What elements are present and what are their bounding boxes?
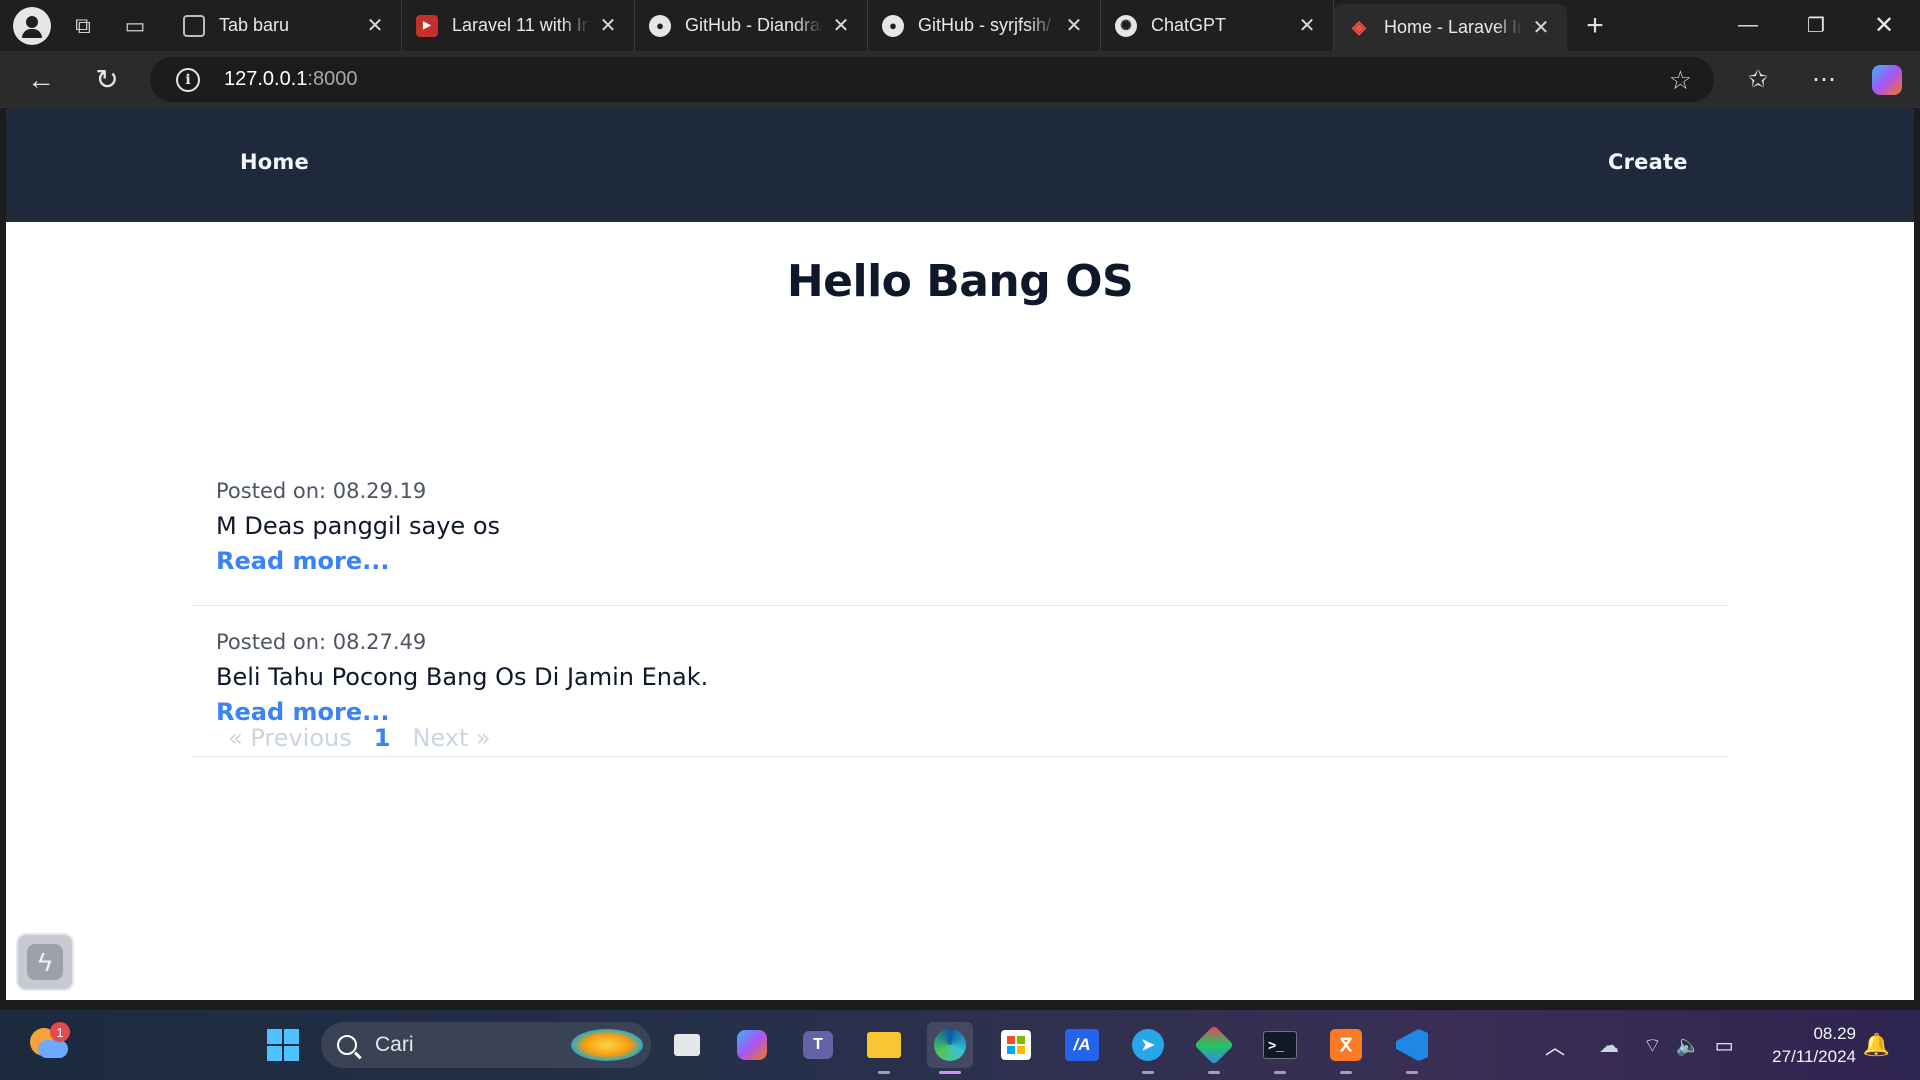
close-tab-icon[interactable]: ✕ (596, 13, 620, 38)
profile-avatar-icon[interactable] (13, 6, 51, 45)
telegram-icon[interactable]: ➤ (1125, 1022, 1171, 1074)
refresh-button[interactable]: ↻ (82, 51, 132, 108)
close-tab-icon[interactable]: ✕ (829, 13, 853, 38)
address-bar[interactable]: i 127.0.0.1:8000 ☆ (150, 57, 1714, 102)
vscode-icon[interactable] (1389, 1022, 1435, 1074)
taskbar-clock[interactable]: 08.29 27/11/2024 (1772, 1022, 1856, 1068)
start-button[interactable] (260, 1022, 306, 1068)
more-menu-icon[interactable]: ⋯ (1799, 51, 1849, 108)
nav-home-link[interactable]: Home (240, 150, 309, 174)
youtube-icon: ▶ (416, 14, 438, 37)
weather-widget-icon[interactable]: 1 (28, 1022, 70, 1064)
system-tray: ︿ ☁ ⌔ 🔈 ▭ (1545, 1010, 1734, 1080)
url-port: :8000 (307, 68, 358, 90)
close-window-button[interactable]: ✕ (1850, 0, 1918, 51)
pagination: « Previous 1 Next » (228, 724, 491, 752)
tab-home-laravel[interactable]: ◈ Home - Laravel Inertia ✕ (1334, 4, 1567, 51)
tab-label: Home - Laravel Inertia (1384, 17, 1523, 37)
battery-icon[interactable]: ▭ (1715, 1033, 1734, 1058)
show-hidden-icons[interactable]: ︿ (1545, 1031, 1565, 1060)
post-date: Posted on: 08.27.49 (216, 630, 427, 654)
workspaces-icon[interactable]: ⧉ (57, 0, 109, 51)
search-highlight-icon (571, 1029, 643, 1061)
pagination-previous[interactable]: « Previous (228, 724, 352, 752)
tab-label: ChatGPT (1151, 15, 1227, 35)
taskbar: 1 Cari T /A ➤ >_ ⴳ ︿ ☁ ⌔ 🔈 ▭ 08.29 27/11… (0, 1010, 1920, 1080)
microsoft-store-icon[interactable] (993, 1022, 1039, 1068)
tab-github-syrjfsih[interactable]: ● GitHub - syrjfsih/ ✕ (868, 0, 1101, 51)
post-item: Posted on: 08.29.19 M Deas panggil saye … (192, 455, 1728, 606)
tab-label: Laravel 11 with Inertia (452, 15, 590, 35)
page-title: Hello Bang OS (786, 256, 1134, 307)
close-tab-icon[interactable]: ✕ (1295, 13, 1319, 38)
wifi-icon[interactable]: ⌔ (1643, 1033, 1662, 1058)
post-body: Beli Tahu Pocong Bang Os Di Jamin Enak. (216, 663, 709, 691)
url-host: 127.0.0.1 (224, 68, 308, 90)
site-info-icon[interactable]: i (176, 67, 200, 92)
onedrive-icon[interactable]: ☁ (1599, 1033, 1619, 1058)
url-text[interactable]: 127.0.0.1:8000 (224, 68, 357, 91)
tab-chatgpt[interactable]: ✺ ChatGPT ✕ (1101, 0, 1334, 51)
github-icon: ● (882, 14, 904, 37)
new-tab-icon (183, 14, 205, 37)
edge-icon[interactable] (927, 1022, 973, 1074)
terminal-icon[interactable]: >_ (1257, 1022, 1303, 1074)
back-button[interactable]: ← (16, 51, 66, 108)
debug-toolbar-button[interactable]: ϟ (16, 933, 74, 991)
task-view-icon[interactable] (664, 1022, 710, 1068)
close-tab-icon[interactable]: ✕ (1529, 15, 1553, 40)
tab-label: GitHub - syrjfsih/ (918, 15, 1052, 35)
site-navbar: Home Create (6, 108, 1914, 222)
search-icon (337, 1035, 357, 1055)
laravel-icon: ◈ (1352, 17, 1366, 37)
xampp-icon[interactable]: ⴳ (1323, 1022, 1369, 1074)
close-tab-icon[interactable]: ✕ (363, 13, 387, 38)
notification-bell-icon[interactable]: 🔔 (1863, 1032, 1890, 1058)
bolt-icon: ϟ (27, 944, 63, 980)
tab-github-diandra[interactable]: ● GitHub - Diandra/ ✕ (635, 0, 868, 51)
chatgpt-icon: ✺ (1115, 14, 1137, 37)
vertical-tabs-icon[interactable]: ▭ (109, 0, 161, 51)
tab-new-tab[interactable]: Tab baru ✕ (169, 0, 402, 51)
restore-button[interactable]: ❐ (1782, 0, 1850, 51)
git-client-icon[interactable] (1191, 1022, 1237, 1074)
copilot-icon[interactable] (1862, 51, 1912, 108)
volume-icon[interactable]: 🔈 (1676, 1033, 1701, 1058)
file-explorer-icon[interactable] (861, 1022, 907, 1074)
vendor-app-icon[interactable]: /A (1059, 1022, 1105, 1068)
tab-label: Tab baru (219, 15, 290, 35)
clock-time: 08.29 (1813, 1024, 1856, 1043)
new-tab-button[interactable]: + (1567, 0, 1623, 51)
favorites-icon[interactable]: ✩ (1733, 51, 1783, 108)
read-more-link[interactable]: Read more... (216, 547, 389, 575)
pagination-next[interactable]: Next » (412, 724, 490, 752)
teams-icon[interactable]: T (795, 1022, 841, 1068)
minimize-button[interactable]: — (1714, 0, 1782, 51)
copilot-taskbar-icon[interactable] (729, 1022, 775, 1068)
tab-youtube[interactable]: ▶ Laravel 11 with Inertia ✕ (402, 0, 635, 51)
favorite-star-icon[interactable]: ☆ (1669, 65, 1692, 96)
tab-label: GitHub - Diandra/ (685, 15, 823, 35)
post-date: Posted on: 08.29.19 (216, 479, 427, 503)
read-more-link[interactable]: Read more... (216, 698, 389, 726)
taskbar-search[interactable]: Cari (321, 1022, 651, 1068)
nav-create-link[interactable]: Create (1608, 150, 1688, 174)
pagination-page-1[interactable]: 1 (374, 724, 391, 752)
browser-tab-strip: ⧉ ▭ Tab baru ✕ ▶ Laravel 11 with Inertia… (0, 0, 1920, 51)
notification-badge: 1 (50, 1022, 70, 1042)
github-icon: ● (649, 14, 671, 37)
close-tab-icon[interactable]: ✕ (1062, 13, 1086, 38)
page-viewport: Home Create Hello Bang OS Posted on: 08.… (6, 108, 1914, 1000)
post-body: M Deas panggil saye os (216, 512, 501, 540)
clock-date: 27/11/2024 (1772, 1047, 1856, 1066)
search-label: Cari (375, 1033, 414, 1056)
browser-toolbar: ← ↻ i 127.0.0.1:8000 ☆ ✩ ⋯ (0, 51, 1920, 108)
